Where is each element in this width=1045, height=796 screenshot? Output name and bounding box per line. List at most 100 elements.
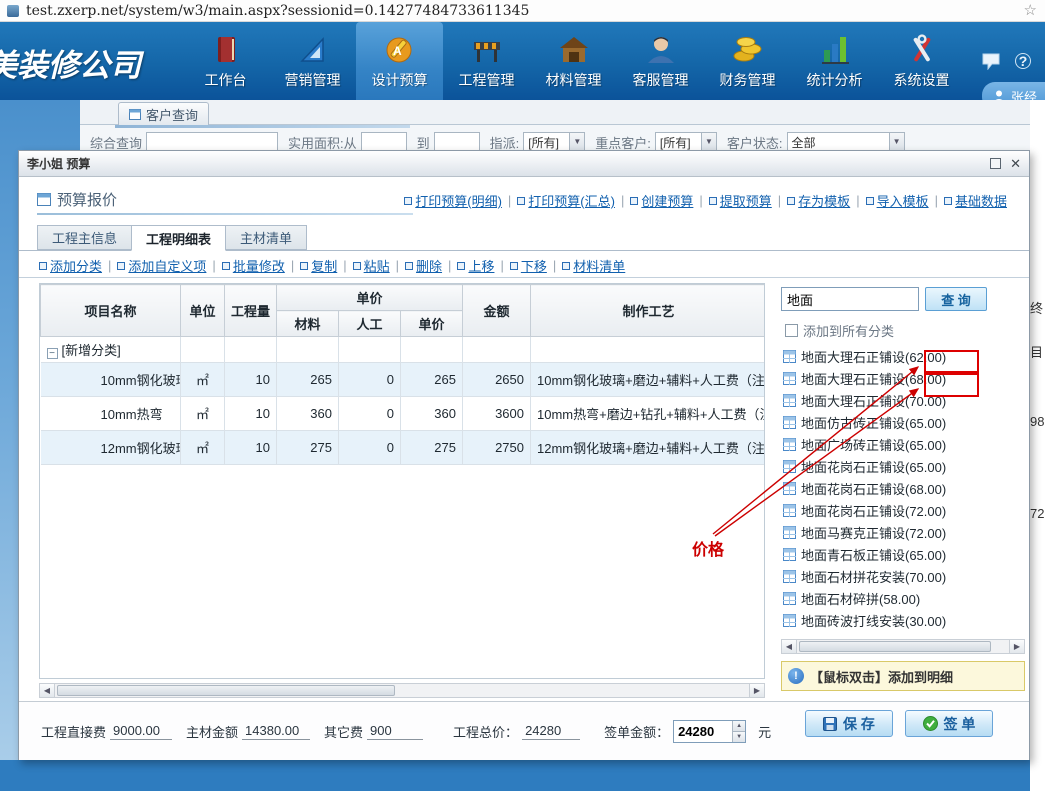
nav-item-design-budget[interactable]: A 设计预算	[356, 22, 443, 100]
col-header-craft[interactable]: 制作工艺	[531, 285, 766, 337]
checkbox-icon[interactable]	[785, 324, 798, 337]
sign-button[interactable]: 签 单	[905, 710, 993, 737]
link-save-template[interactable]: 存为模板	[787, 191, 850, 210]
toolbar-copy[interactable]: 复制	[300, 256, 337, 275]
grid-horizontal-scrollbar[interactable]: ◀ ▶	[39, 683, 765, 698]
list-item[interactable]: 地面马赛克正铺设(72.00)	[783, 521, 1027, 543]
list-item[interactable]: 地面砖波打线安装(30.00)	[783, 609, 1027, 631]
restore-icon[interactable]	[990, 158, 1001, 169]
message-bubble-icon[interactable]	[981, 52, 1001, 70]
cell-name: 10mm钢化玻璃	[41, 363, 181, 397]
sign-amount-input[interactable]	[674, 721, 732, 742]
chevron-down-icon[interactable]: ▼	[889, 133, 904, 151]
scroll-right-arrow[interactable]: ▶	[749, 684, 764, 697]
tab-customer-query[interactable]: 客户查询	[118, 102, 209, 125]
nav-item-marketing[interactable]: 营销管理	[269, 22, 356, 100]
status-select[interactable]: 全部▼	[787, 132, 905, 152]
scroll-thumb[interactable]	[799, 641, 991, 652]
search-button[interactable]: 查 询	[925, 287, 987, 311]
help-icon[interactable]: ?	[1015, 53, 1031, 69]
chevron-down-icon[interactable]: ▼	[569, 133, 584, 151]
table-row[interactable]: 10mm钢化玻璃 ㎡ 10 265 0 265 2650 10mm钢化玻璃+磨边…	[41, 363, 766, 397]
table-row[interactable]: 10mm热弯 ㎡ 10 360 0 360 3600 10mm热弯+磨边+钻孔+…	[41, 397, 766, 431]
scroll-thumb[interactable]	[57, 685, 395, 696]
list-item[interactable]: 地面石材拼花安装(70.00)	[783, 565, 1027, 587]
dialog-titlebar[interactable]: 李小姐 预算 ✕	[19, 151, 1029, 177]
user-chip[interactable]: 张经	[982, 82, 1045, 100]
list-item[interactable]: 地面仿古砖正铺设(65.00)	[783, 411, 1027, 433]
add-to-all-categories[interactable]: 添加到所有分类	[785, 321, 894, 340]
link-create-budget[interactable]: 创建预算	[630, 191, 693, 210]
category-group-row[interactable]: −[新增分类]	[41, 337, 766, 363]
link-icon	[562, 262, 570, 270]
list-item[interactable]: 地面石材碎拼(58.00)	[783, 587, 1027, 609]
nav-item-workbench[interactable]: 工作台	[182, 22, 269, 100]
nav-item-service[interactable]: 客服管理	[617, 22, 704, 100]
list-item[interactable]: 地面大理石正铺设(62.00)	[783, 345, 1027, 367]
col-header-labor[interactable]: 人工	[339, 311, 401, 337]
list-item[interactable]: 地面广场砖正铺设(65.00)	[783, 433, 1027, 455]
other-fee-value[interactable]: 900	[367, 722, 423, 740]
finance-icon	[730, 33, 766, 67]
link-print-detail[interactable]: 打印预算(明细)	[404, 191, 502, 210]
scroll-left-arrow[interactable]: ◀	[782, 640, 797, 653]
save-button[interactable]: 保 存	[805, 710, 893, 737]
col-header-amount[interactable]: 金额	[463, 285, 531, 337]
list-item[interactable]: 地面大理石正铺设(68.00)	[783, 367, 1027, 389]
col-header-name[interactable]: 项目名称	[41, 285, 181, 337]
link-extract-budget[interactable]: 提取预算	[709, 191, 772, 210]
toolbar-add-custom-item[interactable]: 添加自定义项	[117, 256, 206, 275]
browser-address-bar[interactable]: test.zxerp.net/system/w3/main.aspx?sessi…	[0, 0, 1045, 22]
collapse-icon[interactable]: −	[47, 348, 58, 359]
list-item[interactable]: 地面大理石正铺设(70.00)	[783, 389, 1027, 411]
nav-item-finance[interactable]: 财务管理	[704, 22, 791, 100]
toolbar-move-down[interactable]: 下移	[510, 256, 547, 275]
col-header-qty[interactable]: 工程量	[225, 285, 277, 337]
toolbar-delete[interactable]: 删除	[405, 256, 442, 275]
material-search-input[interactable]	[781, 287, 919, 311]
url-text[interactable]: test.zxerp.net/system/w3/main.aspx?sessi…	[26, 0, 529, 22]
scroll-right-arrow[interactable]: ▶	[1009, 640, 1024, 653]
toolbar-batch-edit[interactable]: 批量修改	[222, 256, 285, 275]
nav-item-settings[interactable]: 系统设置	[878, 22, 965, 100]
stepper-up-icon[interactable]: ▲	[733, 721, 745, 731]
area-to-input[interactable]	[434, 132, 480, 152]
list-item[interactable]: 地面花岗石正铺设(68.00)	[783, 477, 1027, 499]
toolbar-material-list[interactable]: 材料清单	[562, 256, 625, 275]
amount-stepper[interactable]: ▲▼	[732, 721, 745, 742]
toolbar-move-up[interactable]: 上移	[457, 256, 494, 275]
assign-select[interactable]: [所有]▼	[523, 132, 585, 152]
grid-icon	[783, 592, 796, 605]
link-base-data[interactable]: 基础数据	[944, 191, 1007, 210]
link-import-template[interactable]: 导入模板	[866, 191, 929, 210]
nav-item-project[interactable]: 工程管理	[443, 22, 530, 100]
main-material-label: 主材金额	[186, 722, 238, 741]
tab-project-detail[interactable]: 工程明细表	[131, 225, 226, 251]
link-print-summary[interactable]: 打印预算(汇总)	[517, 191, 615, 210]
scroll-left-arrow[interactable]: ◀	[40, 684, 55, 697]
grid-icon	[783, 614, 796, 627]
tab-main-materials[interactable]: 主材清单	[225, 225, 307, 250]
col-header-unit[interactable]: 单位	[181, 285, 225, 337]
stepper-down-icon[interactable]: ▼	[733, 731, 745, 742]
list-item[interactable]: 地面花岗石正铺设(72.00)	[783, 499, 1027, 521]
toolbar-add-category[interactable]: 添加分类	[39, 256, 102, 275]
tab-project-info[interactable]: 工程主信息	[37, 225, 132, 250]
close-icon[interactable]: ✕	[1010, 158, 1021, 169]
list-item[interactable]: 地面青石板正铺设(65.00)	[783, 543, 1027, 565]
bookmark-star-icon[interactable]: ☆	[1024, 1, 1037, 19]
area-from-input[interactable]	[361, 132, 407, 152]
table-row[interactable]: 12mm钢化玻璃 ㎡ 10 275 0 275 2750 12mm钢化玻璃+磨边…	[41, 431, 766, 465]
chevron-down-icon[interactable]: ▼	[701, 133, 716, 151]
side-horizontal-scrollbar[interactable]: ◀ ▶	[781, 639, 1025, 654]
nav-item-material[interactable]: 材料管理	[530, 22, 617, 100]
vip-select[interactable]: [所有]▼	[655, 132, 717, 152]
col-header-unitprice[interactable]: 单价	[401, 311, 463, 337]
other-fee-label: 其它费	[324, 722, 363, 741]
toolbar-paste[interactable]: 粘贴	[353, 256, 390, 275]
nav-item-statistics[interactable]: 统计分析	[791, 22, 878, 100]
list-item[interactable]: 地面花岗石正铺设(65.00)	[783, 455, 1027, 477]
combo-query-input[interactable]	[146, 132, 278, 152]
col-header-material[interactable]: 材料	[277, 311, 339, 337]
col-header-price-group[interactable]: 单价	[277, 285, 463, 311]
